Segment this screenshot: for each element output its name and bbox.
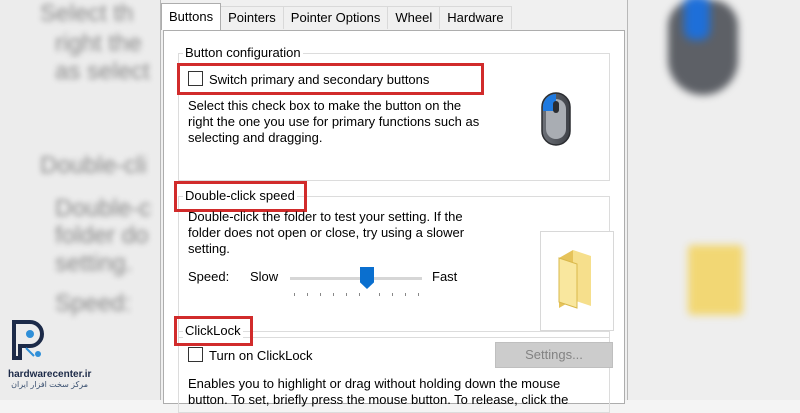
tab-strip: Buttons Pointers Pointer Options Wheel H… (161, 3, 512, 30)
mouse-properties-dialog: Buttons Pointers Pointer Options Wheel H… (160, 0, 628, 413)
tab-pointer-options[interactable]: Pointer Options (282, 6, 389, 29)
background-text: as select (55, 58, 150, 85)
background-text: folder do (55, 222, 149, 249)
background-text: Select th (40, 0, 134, 27)
folder-icon (558, 250, 591, 309)
clicklock-checkbox-row[interactable]: Turn on ClickLock (188, 347, 313, 363)
background-text: right the (55, 30, 142, 57)
background-text: setting. (55, 250, 133, 277)
clicklock-description: Enables you to highlight or drag without… (188, 376, 569, 407)
hardwarecenter-logo-icon (12, 320, 44, 360)
highlight-box (174, 316, 253, 346)
tab-pointers[interactable]: Pointers (220, 6, 284, 29)
background-text: Double-c (55, 195, 152, 222)
blurred-folder-icon (688, 245, 743, 315)
slider-tick (346, 293, 347, 296)
settings-button[interactable]: Settings... (495, 342, 613, 368)
slider-tick (333, 293, 334, 296)
slider-tick (359, 293, 360, 296)
double-click-speed-slider-track[interactable] (290, 277, 422, 280)
slider-tick (379, 293, 380, 296)
clicklock-checkbox[interactable] (188, 347, 203, 362)
tab-hardware[interactable]: Hardware (439, 6, 512, 29)
slow-label: Slow (250, 269, 279, 284)
slider-tick (392, 293, 393, 296)
tab-buttons[interactable]: Buttons (161, 3, 222, 30)
speed-label: Speed: (188, 269, 230, 284)
watermark-logo: hardwarecenter.ir مرکز سخت افزار ایران (8, 318, 92, 389)
clicklock-label: Turn on ClickLock (209, 348, 313, 363)
slider-tick (320, 293, 321, 296)
watermark-site: hardwarecenter.ir (8, 369, 92, 380)
highlight-box (174, 181, 307, 212)
background-left: Select th right the as select Double-cli… (0, 0, 160, 400)
buttons-panel: Button configuration Switch primary and … (163, 30, 625, 413)
background-text: Double-cli (40, 152, 147, 179)
blurred-mouse-icon (668, 0, 738, 95)
fast-label: Fast (432, 269, 458, 284)
slider-tick (307, 293, 308, 296)
watermark-tagline: مرکز سخت افزار ایران (11, 380, 88, 389)
highlight-box (177, 63, 484, 95)
slider-tick (405, 293, 406, 296)
mouse-icon (541, 92, 571, 146)
tab-wheel[interactable]: Wheel (387, 6, 441, 29)
test-folder-box[interactable] (540, 231, 614, 331)
double-click-description: Double-click the folder to test your set… (188, 209, 465, 256)
background-right (628, 0, 800, 400)
background-text: Speed: (55, 290, 132, 317)
button-configuration-title: Button configuration (183, 45, 303, 60)
slider-tick (294, 293, 295, 296)
slider-tick (418, 293, 419, 296)
button-configuration-description: Select this check box to make the button… (188, 98, 480, 145)
